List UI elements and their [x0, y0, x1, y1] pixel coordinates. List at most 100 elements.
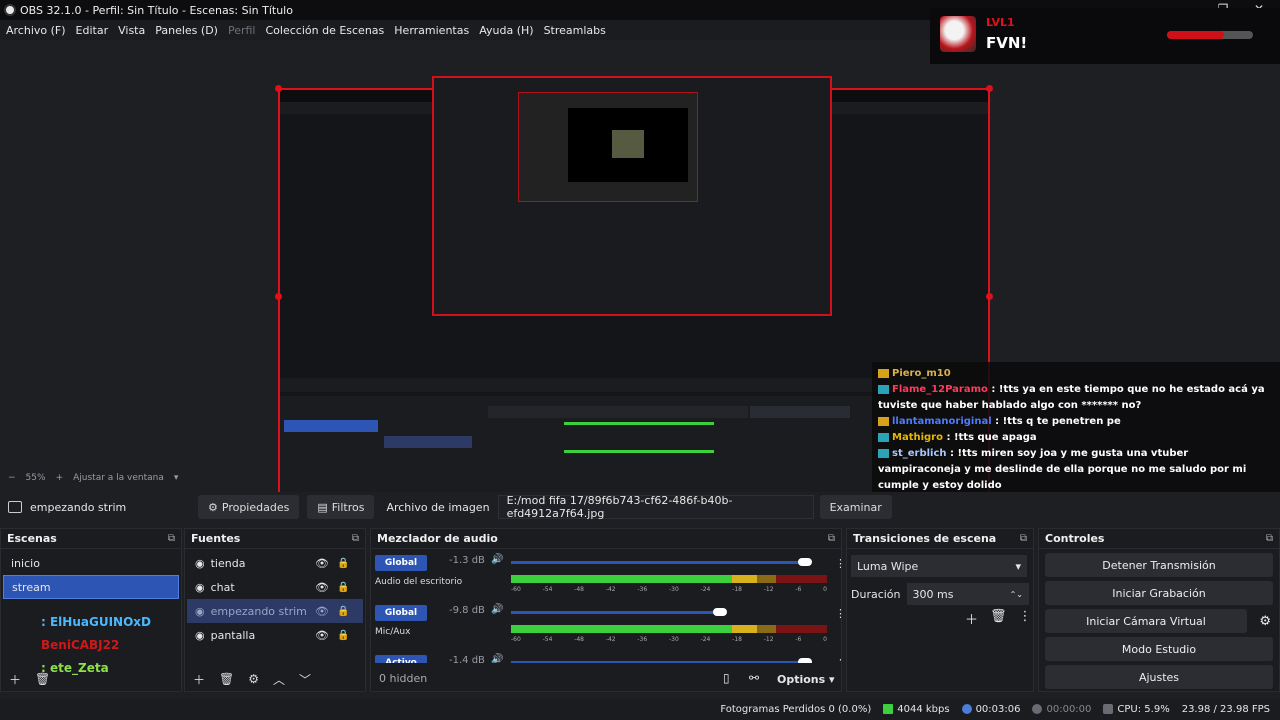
lock-icon[interactable]: 🔒 [337, 606, 349, 617]
resize-handle[interactable] [986, 293, 993, 300]
browse-button[interactable]: Examinar [819, 495, 892, 519]
chevron-down-icon[interactable]: ▾ [174, 473, 179, 483]
channel-tag[interactable]: Activo [375, 655, 427, 663]
control-button[interactable]: Iniciar Grabación [1045, 581, 1273, 605]
scenes-toolbar: ＋ 🗑 [1, 667, 181, 691]
gear-icon[interactable]: ⚙ [1259, 614, 1271, 629]
move-up-icon[interactable]: ︿ [273, 671, 285, 688]
source-label: pantalla [210, 628, 256, 642]
transition-select[interactable]: Luma Wipe ▾ [851, 555, 1027, 577]
channel-name: Audio del escritorio [375, 577, 463, 587]
resize-handle[interactable] [275, 293, 282, 300]
control-button[interactable]: Detener Transmisión [1045, 553, 1273, 577]
popout-icon[interactable]: ⧉ [168, 533, 175, 544]
overlay-username: BeniCABJ22 [41, 638, 120, 652]
meter-ticks: -60 -54 -48 -42 -36 -30 -24 -18 -12 -6 0 [511, 636, 827, 643]
add-icon[interactable]: ＋ [9, 671, 21, 688]
spin-arrows-icon: ⌃⌄ [1009, 589, 1023, 599]
channel-menu-icon[interactable]: ⋮ [835, 607, 841, 620]
link-icon[interactable]: ⚯ [749, 671, 759, 685]
resize-handle[interactable] [986, 85, 993, 92]
channel-menu-icon[interactable]: ⋮ [835, 557, 841, 570]
zoom-in-icon[interactable]: + [56, 473, 64, 483]
menu-item[interactable]: Streamlabs [544, 24, 606, 37]
properties-label: Propiedades [221, 500, 290, 514]
trash-icon[interactable]: 🗑 [990, 609, 1007, 628]
visibility-icon[interactable]: 👁 [315, 581, 329, 594]
filters-button[interactable]: ▤ Filtros [307, 495, 375, 519]
source-item[interactable]: ◉ tienda 👁 🔒 [187, 551, 363, 575]
xp-bar-fill [1167, 31, 1224, 39]
control-button[interactable]: Ajustes [1045, 665, 1273, 689]
zoom-fit-select[interactable]: Ajustar a la ventana [73, 473, 164, 483]
layout-icon[interactable]: ▯ [723, 671, 730, 685]
scenes-title: Escenas [1, 529, 181, 549]
menu-item[interactable]: Ayuda (H) [479, 24, 533, 37]
zoom-value: 55% [25, 473, 46, 483]
volume-slider-handle[interactable] [797, 558, 812, 566]
volume-slider-handle[interactable] [712, 608, 727, 616]
zoom-out-icon[interactable]: − [8, 473, 16, 483]
badge-icon [878, 448, 889, 458]
visibility-icon[interactable]: 👁 [315, 605, 329, 618]
sources-toolbar: ＋ 🗑 ⚙ ︿ ﹀ [185, 667, 365, 691]
add-icon[interactable]: ＋ [193, 671, 205, 688]
volume-slider[interactable] [511, 561, 805, 564]
mixer-options-button[interactable]: Options ▾ [777, 673, 835, 686]
add-transition-icon[interactable]: ＋ [965, 609, 978, 628]
cpu-value: CPU: 5.9% [1117, 703, 1170, 715]
trash-icon[interactable]: 🗑 [219, 672, 234, 686]
visibility-icon[interactable]: 👁 [315, 629, 329, 642]
channel-tag[interactable]: Global [375, 555, 427, 571]
more-icon[interactable]: ⋮ [1019, 609, 1032, 628]
stream-time: 00:03:06 [975, 703, 1021, 715]
level-overlay: LVL1 FVN! [930, 8, 1280, 64]
meter-green [511, 575, 733, 583]
scenes-list: inicio stream [1, 549, 181, 601]
menu-item[interactable]: Perfil [228, 24, 256, 37]
popout-icon[interactable]: ⧉ [828, 533, 835, 544]
volume-slider[interactable] [511, 661, 805, 663]
menu-item[interactable]: Herramientas [394, 24, 469, 37]
scene-item[interactable]: stream [3, 575, 179, 599]
source-item[interactable]: ◉ empezando strim 👁 🔒 [187, 599, 363, 623]
nested-transition [750, 406, 850, 418]
popout-icon[interactable]: ⧉ [1020, 533, 1027, 544]
cpu-status: CPU: 5.9% [1103, 703, 1170, 715]
overlay-username: : ElHuaGUINOxD [41, 615, 151, 629]
source-item[interactable]: ◉ pantalla 👁 🔒 [187, 623, 363, 647]
volume-slider[interactable] [511, 611, 720, 614]
scene-item[interactable]: inicio [3, 551, 179, 575]
move-down-icon[interactable]: ﹀ [299, 671, 311, 688]
speaker-icon[interactable]: 🔊 [491, 554, 503, 565]
trash-icon[interactable]: 🗑 [35, 672, 50, 686]
channel-tag[interactable]: Global [375, 605, 427, 621]
meter-tick: 0 [823, 636, 827, 643]
lock-icon[interactable]: 🔒 [337, 558, 349, 569]
image-path-field[interactable]: E:/mod fifa 17/89f6b743-cf62-486f-b40b-e… [497, 494, 814, 520]
visibility-icon[interactable]: 👁 [315, 557, 329, 570]
popout-icon[interactable]: ⧉ [352, 533, 359, 544]
menu-item[interactable]: Colección de Escenas [266, 24, 385, 37]
rec-time: 00:00:00 [1046, 703, 1092, 715]
resize-handle[interactable] [275, 85, 282, 92]
lock-icon[interactable]: 🔒 [337, 630, 349, 641]
meter-green [511, 625, 733, 633]
menu-item[interactable]: Vista [118, 24, 145, 37]
volume-slider-handle[interactable] [797, 658, 812, 663]
gear-icon[interactable]: ⚙ [248, 672, 259, 686]
control-button[interactable]: Iniciar Cámara Virtual ⚙ [1045, 609, 1271, 633]
popout-icon[interactable]: ⧉ [1266, 533, 1273, 544]
menu-item[interactable]: Paneles (D) [155, 24, 218, 37]
speaker-icon[interactable]: 🔊 [491, 654, 503, 663]
properties-button[interactable]: ⚙ Propiedades [198, 495, 300, 519]
menu-item[interactable]: Archivo (F) [6, 24, 66, 37]
channel-menu-icon[interactable]: ⋮ [835, 657, 841, 663]
control-button[interactable]: Modo Estudio [1045, 637, 1273, 661]
duration-spinbox[interactable]: 300 ms ⌃⌄ [906, 583, 1029, 605]
source-item[interactable]: ◉ chat 👁 🔒 [187, 575, 363, 599]
speaker-icon[interactable]: 🔊 [491, 604, 503, 615]
volume-db: -1.4 dB [449, 655, 485, 663]
menu-item[interactable]: Editar [76, 24, 109, 37]
lock-icon[interactable]: 🔒 [337, 582, 349, 593]
